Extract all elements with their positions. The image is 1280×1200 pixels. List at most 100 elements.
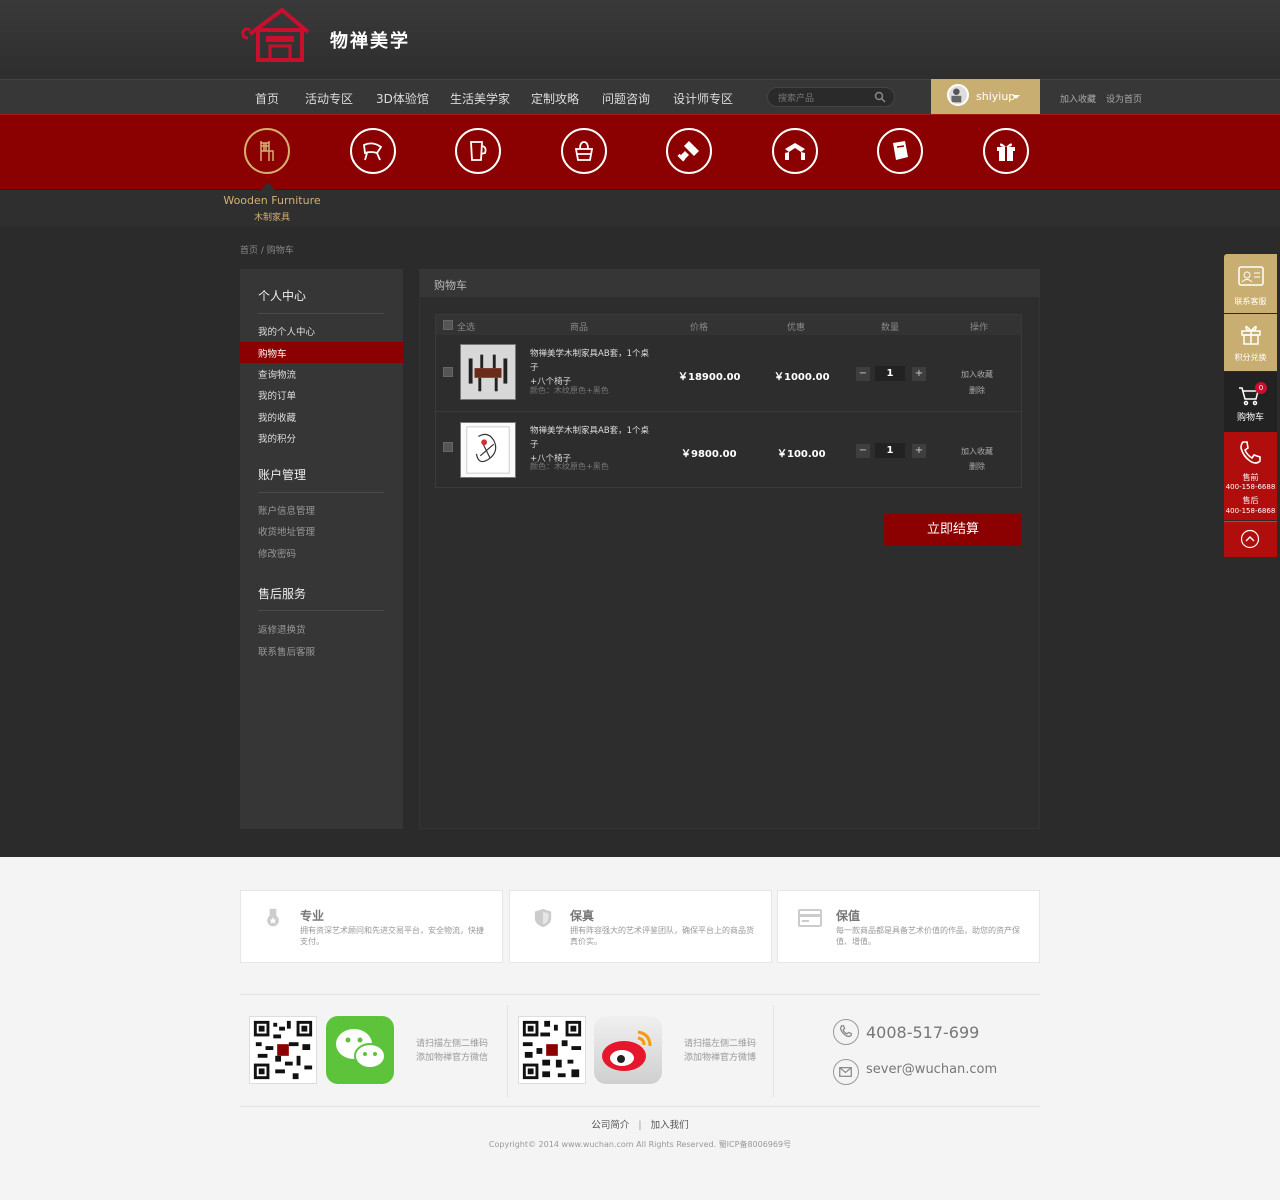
divider (436, 411, 1021, 412)
sidebar-item-service[interactable]: 联系售后客服 (258, 644, 315, 658)
weibo-logo-icon[interactable] (594, 1016, 662, 1084)
col-qty: 数量 (881, 323, 900, 333)
sidebar-item-points[interactable]: 我的积分 (258, 431, 296, 445)
col-price: 价格 (690, 323, 709, 333)
customer-service-icon (1238, 266, 1264, 286)
set-home-link[interactable]: 设为首页 (1106, 92, 1142, 105)
active-category-en: Wooden Furniture (223, 194, 321, 207)
product-thumbnail[interactable] (460, 344, 516, 400)
wechat-qr-code (249, 1016, 317, 1084)
nav-item-life[interactable]: 生活美学家 (450, 90, 510, 107)
contact-email[interactable]: sever@wuchan.com (866, 1062, 997, 1077)
category-lounge-chair[interactable] (350, 128, 396, 174)
row-checkbox[interactable] (443, 442, 453, 452)
product-discount: ￥100.00 (777, 449, 826, 460)
logo-house-icon[interactable] (240, 8, 310, 62)
nav-item-custom[interactable]: 定制攻略 (531, 90, 579, 107)
qty-input[interactable]: 1 (875, 366, 905, 381)
avatar[interactable] (947, 84, 969, 106)
notebook-icon (893, 141, 908, 160)
join-link[interactable]: 加入我们 (651, 1120, 689, 1131)
medal-icon (267, 908, 279, 927)
product-name[interactable]: 物禅美学木制家具AB套，1个桌子 +八个椅子 (530, 424, 656, 466)
divider (240, 994, 1040, 995)
mail-icon (833, 1059, 859, 1085)
sidebar-item-account-info[interactable]: 账户信息管理 (258, 503, 315, 517)
chevron-up-icon (1240, 529, 1260, 549)
sidebar-item-return[interactable]: 返修退换货 (258, 622, 306, 636)
qty-plus-button[interactable]: + (912, 444, 926, 458)
gift-icon (997, 143, 1015, 161)
col-discount: 优惠 (787, 323, 806, 333)
sidebar-group-title: 个人中心 (258, 289, 307, 303)
contact-phone[interactable]: 4008-517-699 (866, 1023, 979, 1042)
category-scarf[interactable] (772, 128, 818, 174)
about-link[interactable]: 公司简介 (591, 1120, 629, 1131)
row-checkbox[interactable] (443, 367, 453, 377)
feature-desc: 拥有阵容强大的艺术评鉴团队，确保平台上的商品货真价实。 (570, 926, 754, 946)
feature-desc: 每一款商品都是具备艺术价值的作品，助您的资产保值、增值。 (836, 926, 1020, 946)
nav-item-activity[interactable]: 活动专区 (305, 90, 353, 107)
delete-button[interactable]: 删除 (969, 461, 985, 472)
scarf-icon (785, 143, 805, 160)
category-brush[interactable] (666, 128, 712, 174)
cup-icon (470, 141, 487, 161)
float-cart-label: 购物车 (1236, 413, 1264, 423)
sidebar-item-cart[interactable]: 购物车 (258, 346, 287, 360)
product-name[interactable]: 物禅美学木制家具AB套，1个桌子 +八个椅子 (530, 347, 656, 389)
col-select-all[interactable]: 全选 (457, 320, 475, 333)
active-category-cn: 木制家具 (253, 213, 290, 223)
sidebar-item-password[interactable]: 修改密码 (258, 546, 296, 560)
qty-minus-button[interactable]: − (856, 444, 870, 458)
select-all-checkbox[interactable] (443, 320, 453, 330)
weibo-tip: 请扫描左侧二维码 添加物禅官方微博 (684, 1039, 757, 1063)
nav-item-faq[interactable]: 问题咨询 (602, 90, 650, 107)
nav-item-home[interactable]: 首页 (255, 90, 279, 107)
category-notebook[interactable] (877, 128, 923, 174)
product-attr: 颜色：木纹原色+黑色 (530, 462, 609, 471)
copyright: Copyright© 2014 www.wuchan.com All Right… (488, 1140, 792, 1149)
add-favorite-link[interactable]: 加入收藏 (1060, 92, 1096, 105)
category-cup[interactable] (455, 128, 501, 174)
site-header (0, 0, 1280, 79)
category-band (0, 114, 1280, 190)
qty-minus-button[interactable]: − (856, 367, 870, 381)
chevron-down-icon[interactable] (1012, 95, 1020, 99)
aftersale-label: 售后 (1242, 496, 1259, 505)
qty-plus-button[interactable]: + (912, 367, 926, 381)
checkout-button[interactable]: 立即结算 (884, 514, 1022, 546)
sidebar-item-orders[interactable]: 我的订单 (258, 388, 296, 402)
search-icon[interactable] (874, 91, 886, 103)
nav-item-3d[interactable]: 3D体验馆 (376, 90, 429, 107)
sidebar-item-logistics[interactable]: 查询物流 (258, 367, 296, 381)
sidebar-item-address[interactable]: 收货地址管理 (258, 524, 315, 538)
panel-title: 购物车 (434, 279, 467, 292)
qty-input[interactable]: 1 (875, 443, 905, 458)
wechat-logo-icon[interactable] (326, 1016, 394, 1084)
delete-button[interactable]: 删除 (969, 385, 985, 396)
feature-desc: 拥有资深艺术顾问和先进交易平台，安全物流，快捷支付。 (300, 926, 484, 946)
category-wooden-furniture[interactable] (244, 128, 290, 174)
feature-title: 专业 (300, 909, 325, 923)
sidebar-group-title: 账户管理 (258, 468, 307, 482)
sidebar-item-my-center[interactable]: 我的个人中心 (258, 324, 315, 338)
brand-name[interactable]: 物禅美学 (330, 27, 410, 53)
active-pointer (261, 182, 275, 190)
link-separator: | (638, 1120, 642, 1131)
product-price: ￥18900.00 (678, 372, 741, 383)
nav-item-designer[interactable]: 设计师专区 (673, 90, 733, 107)
add-favorite-button[interactable]: 加入收藏 (961, 369, 993, 380)
add-favorite-button[interactable]: 加入收藏 (961, 446, 993, 457)
product-attr: 颜色：木纹原色+黑色 (530, 386, 609, 395)
category-bag[interactable] (561, 128, 607, 174)
breadcrumb[interactable]: 首页 / 购物车 (240, 243, 294, 256)
brush-icon (677, 141, 699, 162)
category-gift[interactable] (983, 128, 1029, 174)
float-points-label: 积分兑换 (1234, 353, 1267, 362)
divider (240, 1106, 1040, 1107)
product-price: ￥9800.00 (681, 449, 737, 460)
product-thumbnail[interactable] (460, 422, 516, 478)
username[interactable]: shiyiup (976, 90, 1015, 103)
sidebar-item-favorites[interactable]: 我的收藏 (258, 410, 296, 424)
divider (258, 610, 384, 611)
